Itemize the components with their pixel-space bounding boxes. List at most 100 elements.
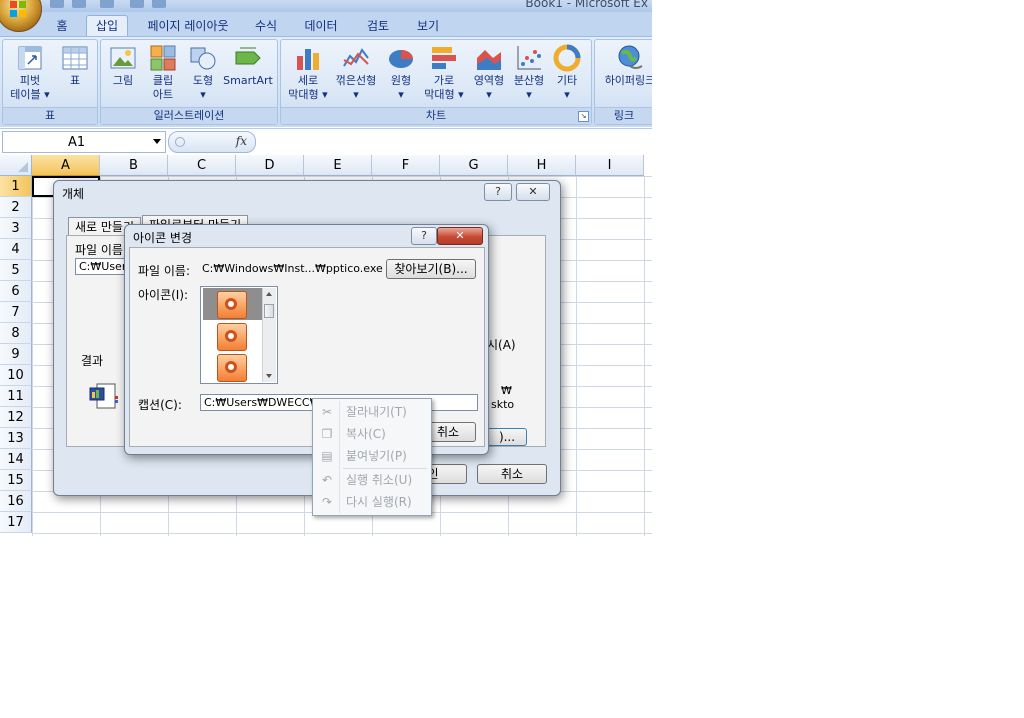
row-header[interactable]: 6	[0, 281, 32, 302]
scroll-up-icon[interactable]	[266, 292, 272, 296]
row-header[interactable]: 13	[0, 428, 32, 449]
object-cancel-button[interactable]: 취소	[477, 464, 547, 484]
column-chart-label-2: 막대형 ▾	[288, 88, 328, 101]
shapes-label: 도형	[192, 74, 214, 87]
group-charts: 세로 막대형 ▾ 꺾은선형 ▾ 원형 ▾ 가로 막대형 ▾ 영역형 ▾ 분산형 …	[280, 39, 592, 125]
menu-item-undo[interactable]: ↶ 실행 취소(U)	[315, 469, 429, 491]
other-charts-dropdown-icon: ▾	[564, 88, 570, 101]
table-button[interactable]: 표	[57, 44, 93, 88]
icon-option[interactable]	[203, 320, 263, 352]
powerpoint-template-icon	[217, 354, 247, 382]
menu-item-label: 다시 실행(R)	[346, 495, 412, 509]
column-header-b[interactable]: B	[100, 155, 168, 176]
row-header[interactable]: 1	[0, 176, 32, 197]
picture-button[interactable]: 그림	[105, 44, 141, 88]
tab-review[interactable]: 검토	[362, 16, 394, 36]
copy-icon: ❐	[321, 427, 333, 441]
print-preview-icon[interactable]	[152, 0, 166, 8]
column-chart-icon	[294, 44, 322, 72]
clip-art-button[interactable]: 클립 아트	[143, 44, 183, 102]
tab-home[interactable]: 홈	[50, 16, 74, 36]
menu-item-label: 실행 취소(U)	[346, 473, 413, 487]
tab-view[interactable]: 보기	[412, 16, 444, 36]
tab-page-layout[interactable]: 페이지 레이아웃	[140, 16, 236, 36]
row-header[interactable]: 4	[0, 239, 32, 260]
save-icon[interactable]	[50, 0, 64, 8]
tab-insert[interactable]: 삽입	[86, 15, 128, 36]
browse-button[interactable]: 찾아보기(B)...	[386, 259, 476, 279]
row-header[interactable]: 16	[0, 491, 32, 512]
icon-list[interactable]	[200, 286, 278, 384]
row-header[interactable]: 17	[0, 512, 32, 533]
row-header[interactable]: 5	[0, 260, 32, 281]
column-header-a[interactable]: A	[32, 155, 100, 176]
column-header-f[interactable]: F	[372, 155, 440, 176]
row-header[interactable]: 12	[0, 407, 32, 428]
row-header[interactable]: 9	[0, 344, 32, 365]
chart-dialog-launcher-icon[interactable]: ↘	[578, 111, 589, 122]
hyperlink-button[interactable]: 하이퍼링크	[597, 44, 652, 88]
row-header[interactable]: 14	[0, 449, 32, 470]
other-charts-button[interactable]: 기타 ▾	[549, 44, 585, 102]
icon-option[interactable]	[203, 351, 263, 383]
row-header[interactable]: 11	[0, 386, 32, 407]
tab-formulas[interactable]: 수식	[250, 16, 282, 36]
area-chart-button[interactable]: 영역형 ▾	[469, 44, 509, 102]
column-header-e[interactable]: E	[304, 155, 372, 176]
group-table: 피벗 테이블 ▾ 표 표	[2, 39, 98, 125]
insert-function-button[interactable]: fx	[168, 131, 256, 153]
link-checkbox-label[interactable]: 시(A)	[487, 336, 516, 353]
change-icon-dialog-title: 아이콘 변경	[133, 231, 193, 245]
line-chart-button[interactable]: 꺾은선형 ▾	[331, 44, 381, 102]
undo-icon[interactable]	[72, 0, 86, 8]
tab-data[interactable]: 데이터	[300, 16, 342, 36]
bar-chart-button[interactable]: 가로 막대형 ▾	[421, 44, 467, 102]
object-dialog-title: 개체	[62, 187, 85, 201]
row-header[interactable]: 10	[0, 365, 32, 386]
clip-art-label-2: 아트	[152, 88, 174, 101]
object-close-button[interactable]: ✕	[516, 183, 550, 201]
object-help-button[interactable]: ?	[484, 183, 512, 201]
menu-item-paste[interactable]: ▤ 붙여넣기(P)	[315, 445, 429, 467]
change-icon-help-button[interactable]: ?	[411, 227, 437, 245]
shapes-button[interactable]: 도형 ▾	[185, 44, 221, 102]
icon-option-selected[interactable]	[203, 288, 263, 320]
smartart-button[interactable]: SmartArt	[223, 44, 273, 88]
row-header[interactable]: 15	[0, 470, 32, 491]
pie-chart-label: 원형	[390, 74, 412, 87]
pivot-table-icon	[16, 44, 44, 72]
redo-icon: ↷	[321, 495, 333, 509]
icon-file-name-label: 파일 이름:	[138, 264, 191, 278]
column-header-c[interactable]: C	[168, 155, 236, 176]
pie-chart-button[interactable]: 원형 ▾	[383, 44, 419, 102]
menu-item-copy[interactable]: ❐ 복사(C)	[315, 423, 429, 445]
scatter-chart-button[interactable]: 분산형 ▾	[509, 44, 549, 102]
object-browse-button[interactable]: )...	[487, 428, 527, 446]
column-header-g[interactable]: G	[440, 155, 508, 176]
name-box[interactable]: A1	[2, 131, 166, 153]
pivot-table-button[interactable]: 피벗 테이블 ▾	[7, 44, 53, 102]
change-icon-close-button[interactable]: ✕	[437, 227, 483, 245]
column-header-d[interactable]: D	[236, 155, 304, 176]
column-header-h[interactable]: H	[508, 155, 576, 176]
smartart-icon	[234, 44, 262, 72]
row-header[interactable]: 7	[0, 302, 32, 323]
column-chart-button[interactable]: 세로 막대형 ▾	[285, 44, 331, 102]
scroll-down-icon[interactable]	[266, 374, 272, 378]
quick-print-icon[interactable]	[130, 0, 144, 8]
row-header[interactable]: 2	[0, 197, 32, 218]
paste-icon: ▤	[321, 449, 333, 463]
icon-list-scrollbar[interactable]	[262, 288, 276, 382]
name-box-dropdown-icon[interactable]	[153, 139, 161, 144]
redo-icon[interactable]	[100, 0, 114, 8]
select-all-button[interactable]	[0, 155, 32, 176]
column-header-i[interactable]: I	[576, 155, 644, 176]
row-header[interactable]: 8	[0, 323, 32, 344]
group-illustrations-label: 일러스트레이션	[101, 107, 277, 124]
scroll-thumb[interactable]	[264, 304, 274, 318]
group-links-label: 링크	[595, 107, 652, 124]
menu-item-redo[interactable]: ↷ 다시 실행(R)	[315, 491, 429, 513]
menu-item-cut[interactable]: ✂ 잘라내기(T)	[315, 401, 429, 423]
result-label: 결과	[81, 354, 104, 368]
row-header[interactable]: 3	[0, 218, 32, 239]
